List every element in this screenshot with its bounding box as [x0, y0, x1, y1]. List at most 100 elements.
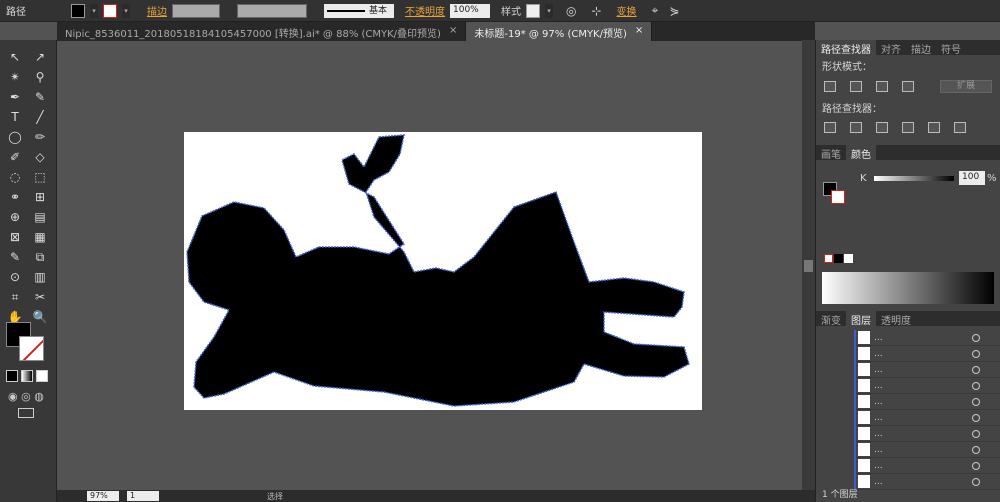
pencil-tool-icon[interactable]: ✐ [4, 148, 26, 166]
layer-row[interactable]: ... [856, 426, 1000, 442]
color-button[interactable] [6, 370, 18, 382]
layer-row[interactable]: ... [856, 362, 1000, 378]
opacity-label[interactable]: 不透明度 [405, 3, 445, 18]
crop-icon[interactable] [902, 122, 914, 133]
align-icon[interactable]: ⊹ [591, 4, 601, 18]
scroll-thumb[interactable] [804, 260, 813, 272]
stroke-swatch[interactable] [103, 3, 117, 18]
gradient-button[interactable] [21, 370, 33, 382]
target-icon[interactable] [972, 397, 980, 406]
rotate-tool-icon[interactable]: ◌ [4, 168, 26, 186]
unite-icon[interactable] [824, 81, 836, 92]
close-icon[interactable]: × [449, 25, 457, 38]
tab-pathfinder[interactable]: 路径查找器 [816, 40, 876, 56]
gradient-tool-icon[interactable]: ▦ [29, 228, 51, 246]
target-icon[interactable] [972, 429, 980, 438]
doc-tab-untitled[interactable]: 未标题-19* @ 97% (CMYK/预览) × [466, 22, 653, 41]
lasso-tool-icon[interactable]: ⚲ [29, 68, 51, 86]
target-icon[interactable] [972, 349, 980, 358]
target-icon[interactable] [972, 413, 980, 422]
trim-icon[interactable] [850, 122, 862, 133]
layer-row[interactable]: ... [856, 346, 1000, 362]
style-dropdown[interactable]: ▾ [545, 3, 553, 18]
stroke-label[interactable]: 描边 [147, 3, 167, 18]
opacity-input[interactable]: 100% [450, 3, 490, 18]
ellipse-tool-icon[interactable]: ◯ [4, 128, 26, 146]
zoom-tool-icon[interactable]: 🔍 [29, 308, 51, 326]
tab-stroke[interactable]: 描边 [906, 40, 936, 56]
tab-transparency[interactable]: 透明度 [876, 311, 916, 327]
isolate-icon[interactable]: ⌖ [652, 3, 659, 18]
k-slider[interactable] [874, 176, 954, 181]
pen-tool-icon[interactable]: ✒ [4, 88, 26, 106]
free-transform-tool-icon[interactable]: ⊞ [29, 188, 51, 206]
tab-align[interactable]: 对齐 [876, 40, 906, 56]
brush-definition[interactable]: 基本 [324, 3, 394, 18]
width-tool-icon[interactable]: ⚭ [4, 188, 26, 206]
eraser-tool-icon[interactable]: ◇ [29, 148, 51, 166]
tab-brushes[interactable]: 画笔 [816, 145, 846, 161]
target-icon[interactable] [972, 365, 980, 374]
exclude-icon[interactable] [902, 81, 914, 92]
shape-builder-tool-icon[interactable]: ⊕ [4, 208, 26, 226]
zoom-input[interactable]: 97% [87, 491, 119, 501]
layer-row[interactable]: ... [856, 394, 1000, 410]
artboard-tool-icon[interactable]: ⌗ [4, 288, 26, 306]
style-swatch[interactable] [526, 3, 540, 18]
curvature-tool-icon[interactable]: ✎ [29, 88, 51, 106]
outline-icon[interactable] [928, 122, 940, 133]
close-icon[interactable]: × [635, 25, 643, 38]
color-spectrum[interactable] [822, 272, 994, 304]
k-value-input[interactable]: 100 [959, 171, 985, 185]
paintbrush-tool-icon[interactable]: ✏ [29, 128, 51, 146]
layer-row[interactable]: ... [856, 458, 1000, 474]
mesh-tool-icon[interactable]: ⊠ [4, 228, 26, 246]
color-stroke-box[interactable] [831, 190, 845, 204]
target-icon[interactable] [972, 381, 980, 390]
layer-row[interactable]: ... [856, 442, 1000, 458]
variable-width-profile[interactable] [237, 3, 307, 18]
panel-menu-icon[interactable]: ⋟ [669, 4, 679, 18]
silhouette-artwork[interactable] [184, 132, 702, 410]
target-icon[interactable] [972, 333, 980, 342]
none-swatch[interactable] [824, 254, 833, 263]
tab-layers[interactable]: 图层 [846, 311, 876, 327]
slice-tool-icon[interactable]: ✂ [29, 288, 51, 306]
vertical-scrollbar[interactable] [802, 40, 815, 490]
direct-selection-tool-icon[interactable]: ↗ [29, 48, 51, 66]
column-graph-tool-icon[interactable]: ▥ [29, 268, 51, 286]
white-swatch[interactable] [844, 254, 853, 263]
stroke-color-box[interactable] [19, 336, 44, 361]
minus-front-icon[interactable] [850, 81, 862, 92]
tab-color[interactable]: 颜色 [846, 145, 876, 161]
line-tool-icon[interactable]: ╱ [29, 108, 51, 126]
stroke-dropdown[interactable]: ▾ [122, 3, 130, 18]
scale-tool-icon[interactable]: ⬚ [29, 168, 51, 186]
tab-gradient[interactable]: 渐变 [816, 311, 846, 327]
layer-row[interactable]: ... [856, 410, 1000, 426]
target-icon[interactable] [972, 477, 980, 486]
divide-icon[interactable] [824, 122, 836, 133]
recolor-icon[interactable]: ◎ [566, 4, 576, 18]
artboard[interactable] [184, 132, 702, 410]
magic-wand-tool-icon[interactable]: ✴ [4, 68, 26, 86]
eyedropper-tool-icon[interactable]: ✎ [4, 248, 26, 266]
draw-modes-icon[interactable]: ◉ ◎ ◍ [8, 390, 44, 403]
selection-tool-icon[interactable]: ↖ [4, 48, 26, 66]
symbol-sprayer-tool-icon[interactable]: ⊙ [4, 268, 26, 286]
screen-mode-icon[interactable] [18, 408, 34, 418]
fill-dropdown[interactable]: ▾ [90, 3, 98, 18]
transform-link[interactable]: 变换 [617, 3, 637, 18]
doc-tab-nipic[interactable]: Nipic_8536011_20180518184105457000 [转换].… [57, 22, 467, 41]
intersect-icon[interactable] [876, 81, 888, 92]
minus-back-icon[interactable] [954, 122, 966, 133]
layer-row[interactable]: ... [856, 378, 1000, 394]
none-button[interactable] [36, 370, 48, 382]
layer-row[interactable]: ... [856, 474, 1000, 490]
fill-swatch[interactable] [71, 3, 85, 18]
merge-icon[interactable] [876, 122, 888, 133]
tab-symbols[interactable]: 符号 [936, 40, 966, 56]
expand-button[interactable]: 扩展 [940, 80, 992, 93]
layer-row[interactable]: ... [856, 330, 1000, 346]
type-tool-icon[interactable]: T [4, 108, 26, 126]
